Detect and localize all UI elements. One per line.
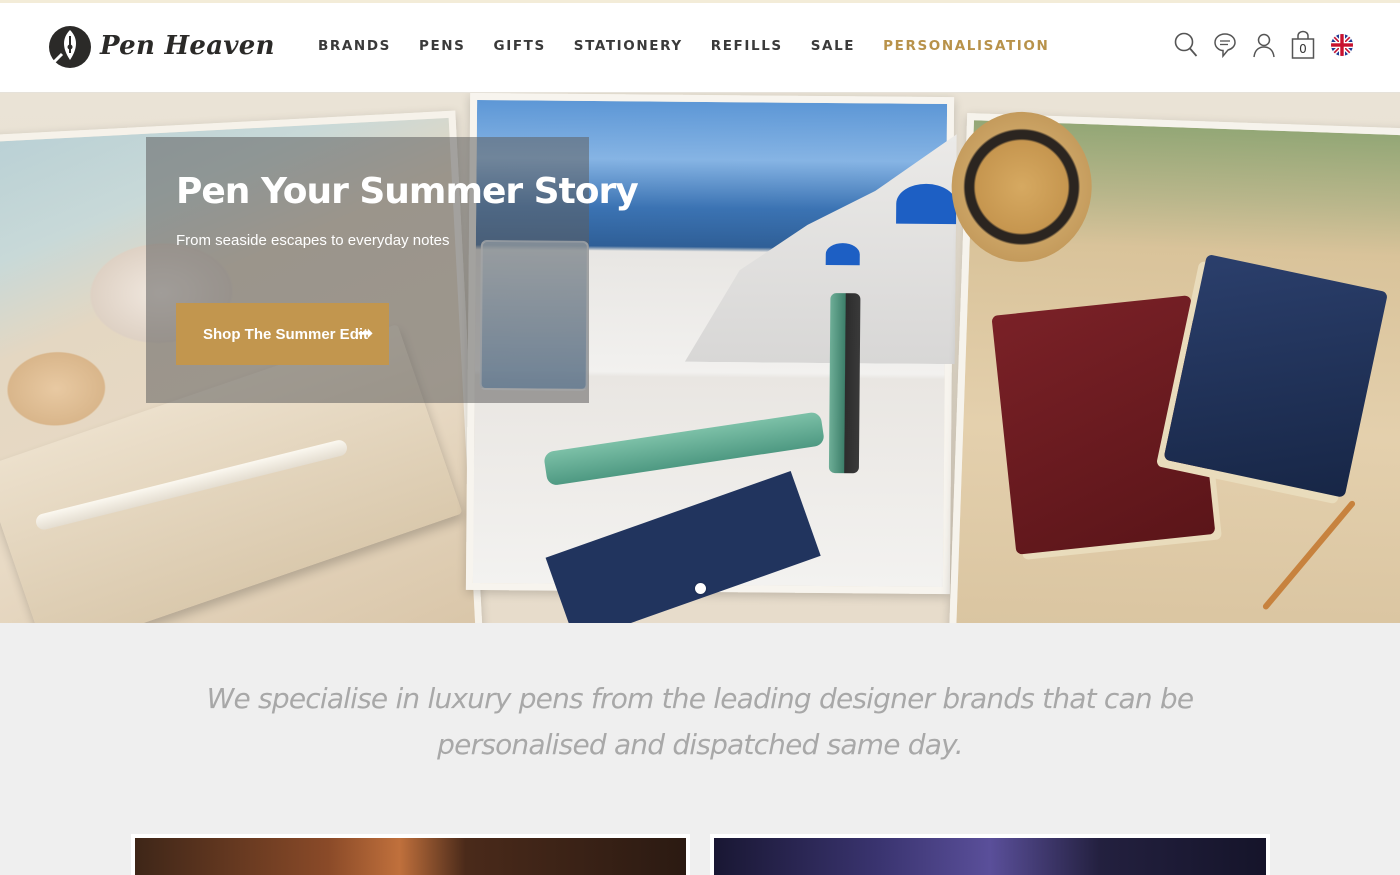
hero-banner[interactable]: Pen Your Summer Story From seaside escap…: [0, 93, 1400, 623]
feature-tile-left-image: [135, 838, 686, 875]
header-icons: 0: [1161, 28, 1356, 62]
nav-sale[interactable]: SALE: [811, 38, 855, 54]
hero-photo-leather-journals: [949, 109, 1400, 623]
hero-title: Pen Your Summer Story: [176, 171, 639, 212]
chat-icon[interactable]: [1211, 28, 1239, 62]
feature-tile-right-image: [714, 838, 1266, 875]
hero-subtitle: From seaside escapes to everyday notes: [176, 232, 450, 249]
photo-blue-notebook: [545, 470, 821, 623]
cart-count: 0: [1299, 42, 1307, 56]
photo-blue-dome-small: [825, 243, 860, 266]
cart-icon[interactable]: 0: [1289, 28, 1317, 62]
uk-flag-icon[interactable]: [1328, 28, 1356, 62]
nav-brands[interactable]: BRANDS: [318, 38, 391, 54]
photo-green-pen-cap: [828, 293, 861, 474]
shop-summer-edit-label: Shop The Summer Edit: [203, 325, 369, 343]
site-logo[interactable]: Pen Heaven: [48, 20, 275, 72]
arrow-right-icon: ➞: [357, 323, 373, 343]
tagline: We specialise in luxury pens from the le…: [206, 682, 1195, 761]
feature-tile-right[interactable]: [710, 834, 1270, 875]
carousel-dot[interactable]: [695, 583, 706, 594]
site-header: Pen Heaven BRANDS PENS GIFTS STATIONERY …: [0, 0, 1400, 93]
photo-blue-dome: [896, 183, 957, 225]
nav-pens[interactable]: PENS: [419, 38, 466, 54]
nav-personalisation[interactable]: PERSONALISATION: [883, 38, 1049, 54]
photo-straw-hat: [949, 109, 1095, 265]
main-nav: BRANDS PENS GIFTS STATIONERY REFILLS SAL…: [318, 38, 1077, 54]
photo-blue-journal: [1163, 253, 1389, 498]
photo-pencil: [1261, 499, 1357, 611]
hero-text-panel: Pen Your Summer Story From seaside escap…: [146, 137, 639, 403]
search-icon[interactable]: [1172, 28, 1200, 62]
logo-text: Pen Heaven: [100, 31, 275, 61]
account-icon[interactable]: [1250, 28, 1278, 62]
pen-nib-logo-icon: [49, 26, 91, 68]
nav-refills[interactable]: REFILLS: [711, 38, 783, 54]
nav-gifts[interactable]: GIFTS: [494, 38, 546, 54]
nav-stationery[interactable]: STATIONERY: [574, 38, 683, 54]
photo-white-town: [685, 132, 957, 364]
shop-summer-edit-button[interactable]: Shop The Summer Edit ➞: [176, 303, 389, 365]
feature-tile-left[interactable]: [131, 834, 690, 875]
